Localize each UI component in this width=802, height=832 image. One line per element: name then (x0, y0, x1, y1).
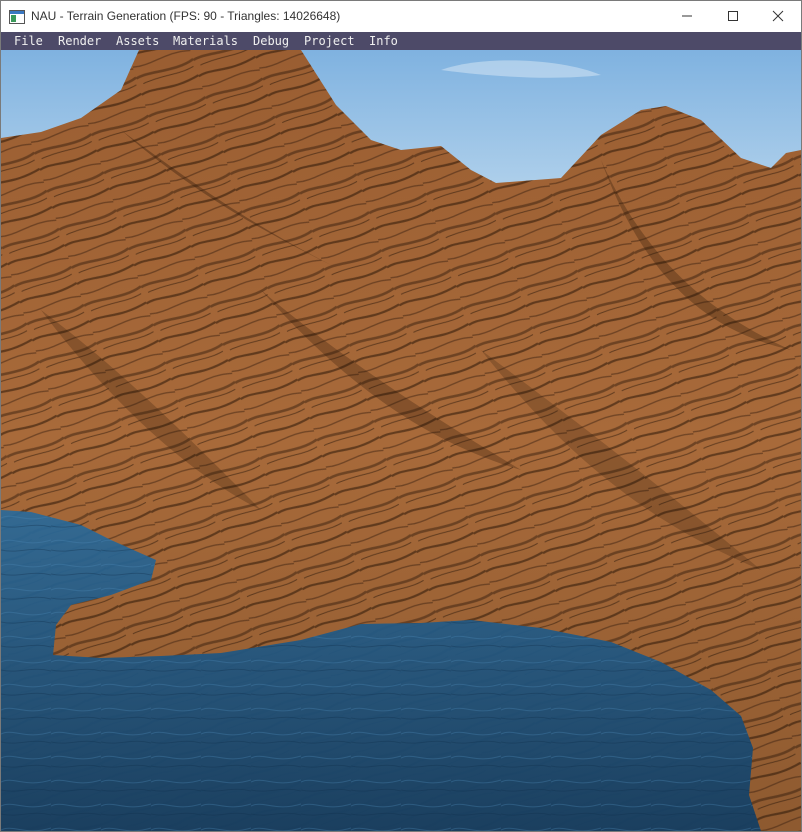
menu-debug[interactable]: Debug (253, 32, 289, 50)
window-title: NAU - Terrain Generation (FPS: 90 - Tria… (31, 9, 341, 23)
menu-bar: File Render Assets Materials Debug Proje… (1, 32, 801, 50)
menu-project[interactable]: Project (304, 32, 355, 50)
menu-file[interactable]: File (14, 32, 43, 50)
app-window-icon (9, 9, 25, 24)
render-viewport[interactable] (1, 50, 801, 831)
terrain-scene (1, 50, 801, 831)
app-window: NAU - Terrain Generation (FPS: 90 - Tria… (0, 0, 802, 832)
close-button[interactable] (755, 1, 801, 31)
title-bar[interactable]: NAU - Terrain Generation (FPS: 90 - Tria… (1, 1, 801, 31)
menu-info[interactable]: Info (369, 32, 398, 50)
menu-materials[interactable]: Materials (173, 32, 238, 50)
menu-render[interactable]: Render (58, 32, 101, 50)
menu-assets[interactable]: Assets (116, 32, 159, 50)
maximize-icon (727, 7, 739, 26)
minimize-icon (681, 7, 693, 26)
minimize-button[interactable] (664, 1, 710, 31)
close-icon (772, 7, 784, 26)
maximize-button[interactable] (710, 1, 756, 31)
